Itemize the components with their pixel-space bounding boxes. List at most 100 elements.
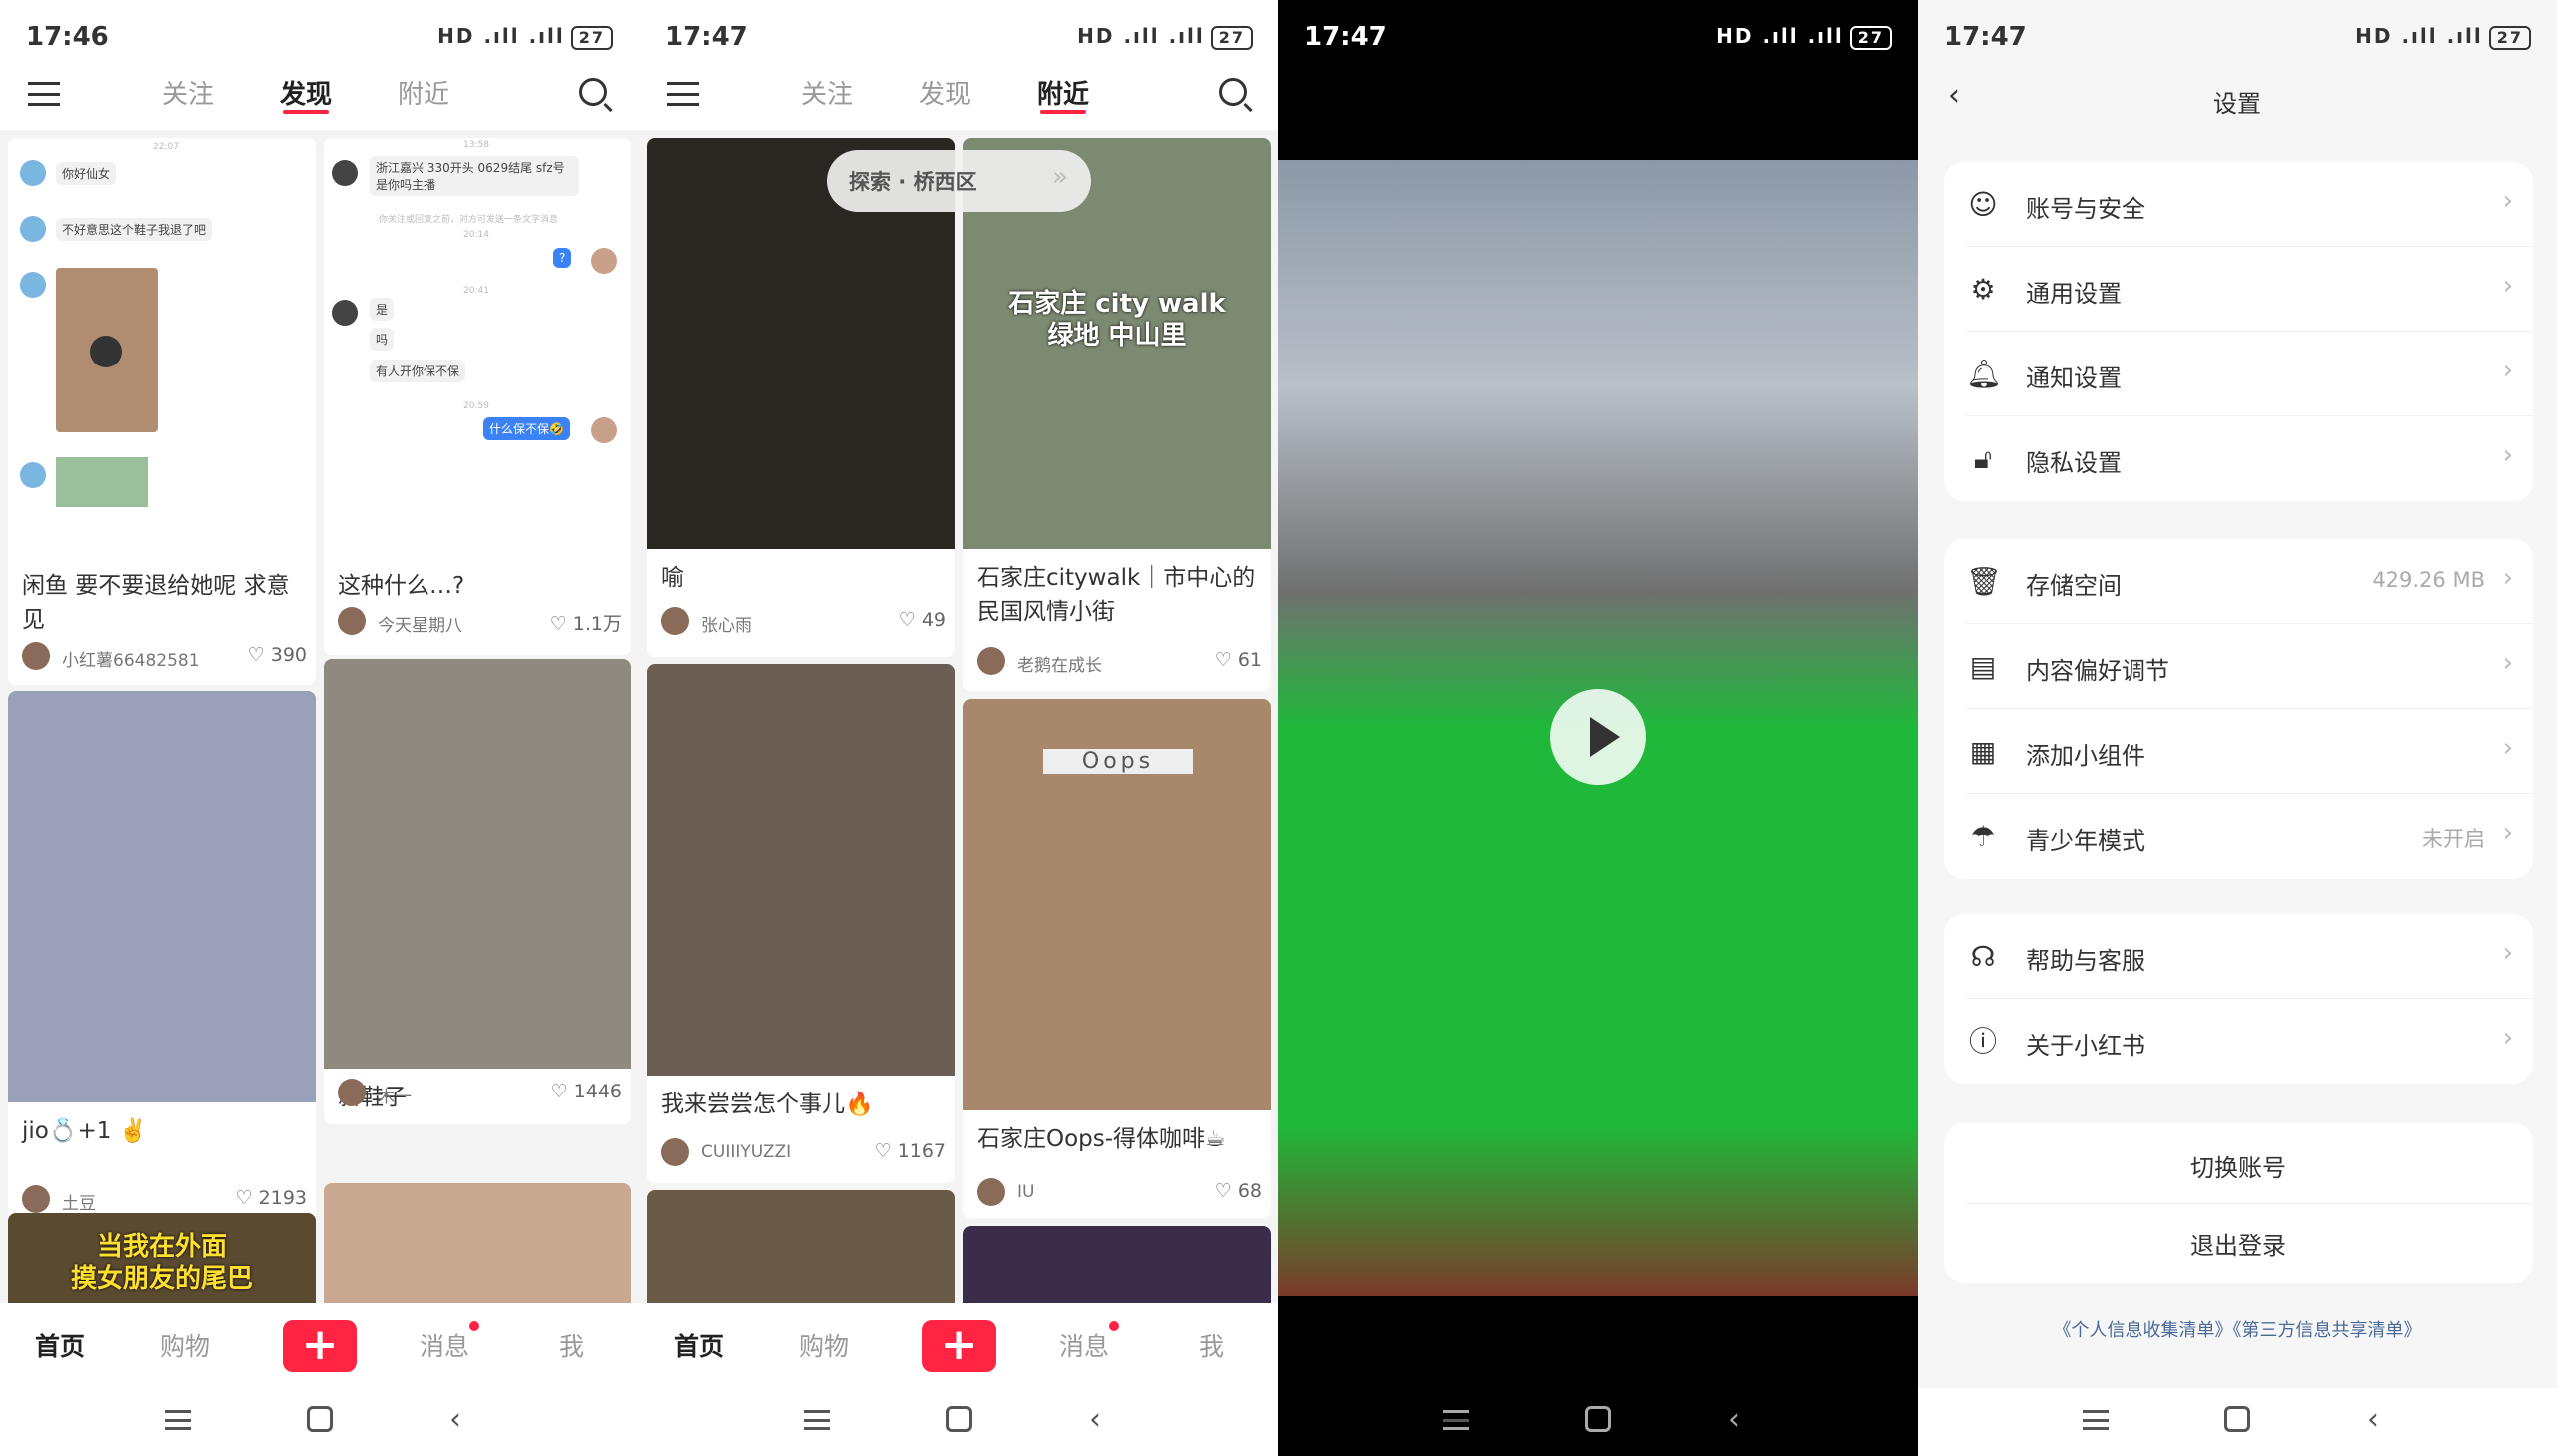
tab-shop[interactable]: 购物	[160, 1327, 210, 1363]
settings-item-bell[interactable]: 🔔︎ 通知设置 ›	[1944, 332, 2533, 416]
publish-button[interactable]: +	[283, 1320, 357, 1372]
home-button[interactable]	[307, 1406, 333, 1432]
tab-messages[interactable]: 消息	[420, 1327, 469, 1363]
menu-icon[interactable]	[667, 82, 699, 106]
search-icon[interactable]	[1219, 78, 1247, 106]
home-button[interactable]	[2224, 1406, 2250, 1432]
feed-card[interactable]: 我来尝尝怎个事儿🔥 CUIIIYUZZI ♡ 1167	[647, 664, 955, 1183]
feed-card[interactable]: 石家庄 city walk 绿地 中山里 石家庄citywalk｜市中心的民国风情…	[963, 138, 1271, 691]
author-avatar[interactable]	[661, 1138, 689, 1166]
heart-icon[interactable]: ♡	[899, 609, 922, 631]
heart-icon[interactable]: ♡	[550, 613, 573, 635]
author-name[interactable]: CUIIIYUZZI	[701, 1142, 791, 1162]
feed-card[interactable]	[324, 1183, 631, 1303]
tab-discover[interactable]: 发现	[280, 74, 332, 111]
recent-apps-button[interactable]	[1443, 1410, 1469, 1430]
like-count[interactable]: ♡ 68	[1215, 1180, 1262, 1202]
tab-follow[interactable]: 关注	[162, 74, 214, 111]
tab-shop[interactable]: 购物	[799, 1327, 849, 1363]
like-count[interactable]: ♡ 61	[1215, 649, 1262, 671]
back-button[interactable]: ‹	[2367, 1402, 2379, 1437]
card-image[interactable]	[647, 1190, 955, 1303]
privacy-links[interactable]: 《个人信息收集清单》《第三方信息共享清单》	[1918, 1316, 2557, 1342]
heart-icon[interactable]: ♡	[236, 1187, 259, 1209]
publish-button[interactable]: +	[922, 1320, 996, 1372]
author-name[interactable]: 老鹅在成长	[1017, 651, 1102, 676]
tab-messages[interactable]: 消息	[1059, 1327, 1109, 1363]
like-count[interactable]: ♡ 2193	[236, 1187, 307, 1209]
tab-home[interactable]: 首页	[35, 1327, 85, 1363]
author-name[interactable]: 土豆	[62, 1189, 96, 1214]
feed-card[interactable]	[963, 1226, 1271, 1303]
tab-home[interactable]: 首页	[674, 1327, 724, 1363]
like-count[interactable]: ♡ 1446	[551, 1081, 622, 1102]
author-avatar[interactable]	[661, 607, 689, 635]
author-name[interactable]: 木一	[378, 1083, 412, 1107]
settings-item-headset[interactable]: ☊ 帮助与客服 ›	[1944, 914, 2533, 999]
switch-account-button[interactable]: 切换账号	[1944, 1148, 2533, 1183]
video-player[interactable]	[1278, 160, 1918, 1296]
recent-apps-button[interactable]	[165, 1410, 191, 1430]
feed[interactable]: 喻张心雨 ♡ 49 石家庄 city walk 绿地 中山里 石家庄citywalk｜…	[639, 130, 1278, 1303]
home-button[interactable]	[1585, 1406, 1611, 1432]
author-name[interactable]: IU	[1017, 1182, 1034, 1202]
card-image[interactable]	[324, 1183, 631, 1303]
author-avatar[interactable]	[977, 1178, 1005, 1206]
like-count[interactable]: ♡ 1.1万	[550, 609, 622, 636]
back-button[interactable]: ‹	[449, 1402, 461, 1437]
settings-item-gear[interactable]: ⚙ 通用设置 ›	[1944, 247, 2533, 332]
feed-card[interactable]: 当我在外面 摸女朋友的尾巴	[8, 1213, 316, 1303]
play-icon[interactable]	[90, 336, 122, 367]
like-count[interactable]: ♡ 1167	[875, 1140, 946, 1162]
settings-item-user-circle[interactable]: ☺ 账号与安全 ›	[1944, 162, 2533, 247]
recent-apps-button[interactable]	[2083, 1410, 2109, 1430]
logout-button[interactable]: 退出登录	[1944, 1226, 2533, 1261]
back-button[interactable]: ‹	[1089, 1402, 1101, 1437]
tab-nearby[interactable]: 附近	[398, 74, 449, 111]
feed-card[interactable]: 这种什么…? 今天星期八 ♡ 1.1万 13:58 浙江嘉兴 330开头 0629结尾 …	[324, 138, 631, 655]
author-name[interactable]: 今天星期八	[378, 611, 462, 636]
like-count[interactable]: ♡ 390	[248, 644, 307, 666]
settings-item-trash[interactable]: 🗑︎ 存储空间 429.26 MB ›	[1944, 539, 2533, 624]
feed-card[interactable]: Oops 石家庄Oops-得体咖啡☕ IU ♡ 68	[963, 699, 1271, 1218]
settings-item-info[interactable]: ⓘ 关于小红书 ›	[1944, 999, 2533, 1084]
author-avatar[interactable]	[22, 1185, 50, 1213]
tab-discover[interactable]: 发现	[919, 74, 971, 111]
tab-me[interactable]: 我	[559, 1327, 584, 1363]
feed[interactable]: 闲鱼 要不要退给她呢 求意见 小红薯66482581 ♡ 390 22:07 你好仙女不…	[0, 130, 639, 1303]
author-avatar[interactable]	[22, 642, 50, 670]
settings-item-widget[interactable]: ▦ 添加小组件 ›	[1944, 709, 2533, 794]
feed-card[interactable]	[647, 1190, 955, 1303]
card-image[interactable]	[8, 691, 316, 1102]
heart-icon[interactable]: ♡	[248, 644, 271, 666]
home-button[interactable]	[946, 1406, 972, 1432]
tab-follow[interactable]: 关注	[801, 74, 853, 111]
back-button[interactable]: ‹	[1728, 1402, 1740, 1437]
author-avatar[interactable]	[338, 1079, 366, 1106]
author-name[interactable]: 张心雨	[701, 611, 752, 636]
explore-pill[interactable]: 探索 · 桥西区 »	[827, 150, 1091, 212]
heart-icon[interactable]: ♡	[551, 1081, 574, 1102]
settings-item-content-preference[interactable]: ▤ 内容偏好调节 ›	[1944, 624, 2533, 709]
feed-card[interactable]: jio💍+1 ✌️ 土豆 ♡ 2193	[8, 691, 316, 1238]
recent-apps-button[interactable]	[804, 1410, 830, 1430]
card-image[interactable]	[324, 659, 631, 1069]
heart-icon[interactable]: ♡	[1215, 649, 1238, 671]
author-avatar[interactable]	[338, 607, 366, 635]
settings-item-lock[interactable]: 🔓︎ 隐私设置 ›	[1944, 416, 2533, 501]
menu-icon[interactable]	[28, 82, 60, 106]
settings-item-umbrella[interactable]: ☂ 青少年模式 未开启 ›	[1944, 794, 2533, 879]
feed-card[interactable]: 喻张心雨 ♡ 49	[647, 138, 955, 657]
author-name[interactable]: 小红薯66482581	[62, 646, 200, 671]
card-image[interactable]	[963, 1226, 1271, 1303]
feed-card[interactable]: 闲鱼 要不要退给她呢 求意见 小红薯66482581 ♡ 390 22:07 你好仙女不…	[8, 138, 316, 685]
tab-nearby[interactable]: 附近	[1037, 74, 1089, 111]
feed-card[interactable]: 新鞋子 木一 ♡ 1446	[324, 659, 631, 1124]
author-avatar[interactable]	[977, 647, 1005, 675]
heart-icon[interactable]: ♡	[1215, 1180, 1238, 1202]
search-icon[interactable]	[579, 78, 607, 106]
like-count[interactable]: ♡ 49	[899, 609, 946, 631]
tab-me[interactable]: 我	[1199, 1327, 1224, 1363]
heart-icon[interactable]: ♡	[875, 1140, 898, 1162]
card-image[interactable]	[8, 138, 316, 557]
